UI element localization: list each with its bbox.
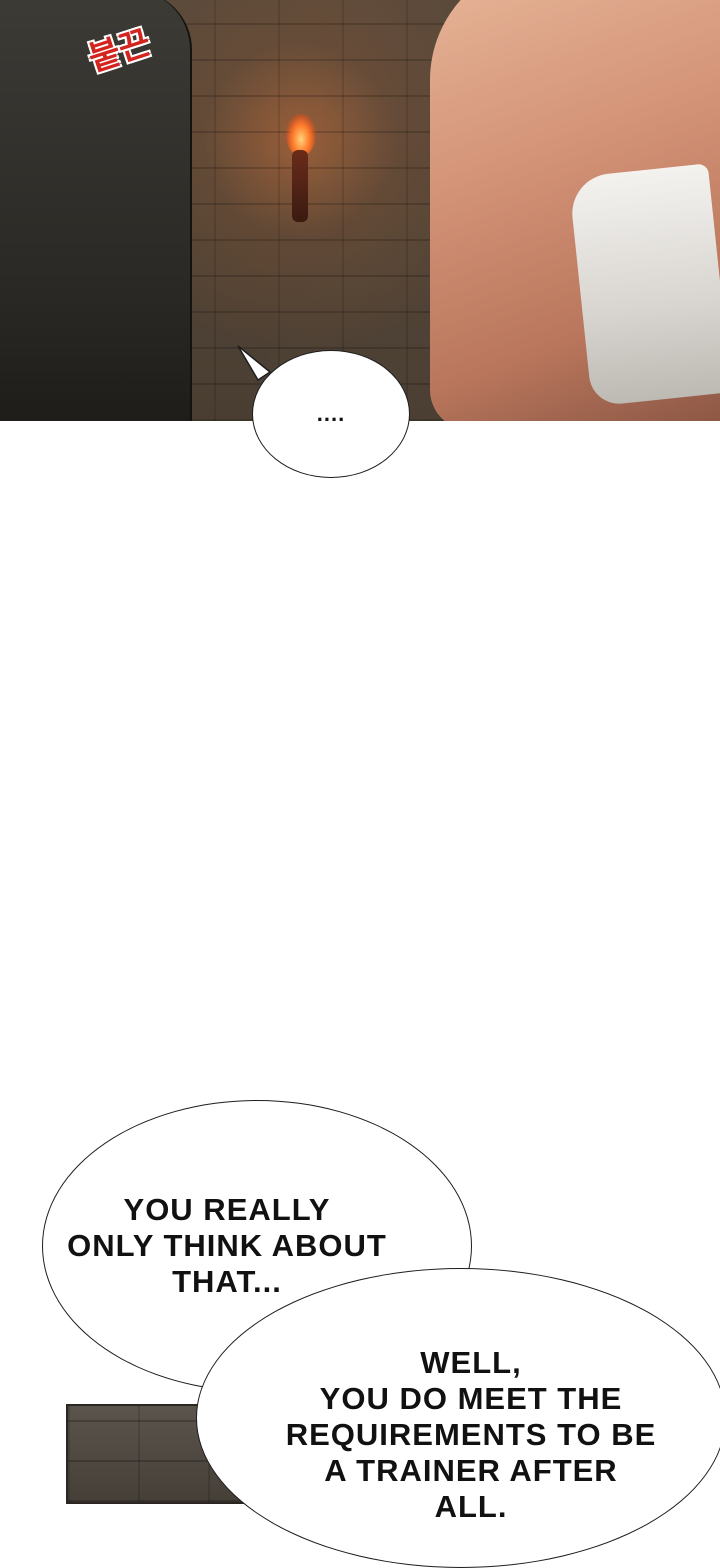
speech-bubble-ellipsis: ....	[252, 350, 410, 478]
speech-bubble-2: WELL, YOU DO MEET THE REQUIREMENTS TO BE…	[196, 1268, 720, 1568]
speech-bubble-ellipsis-text: ....	[316, 401, 346, 426]
white-towel	[568, 163, 720, 407]
speech-bubble-2-text: WELL, YOU DO MEET THE REQUIREMENTS TO BE…	[285, 1345, 657, 1524]
wall-candle	[292, 150, 308, 222]
